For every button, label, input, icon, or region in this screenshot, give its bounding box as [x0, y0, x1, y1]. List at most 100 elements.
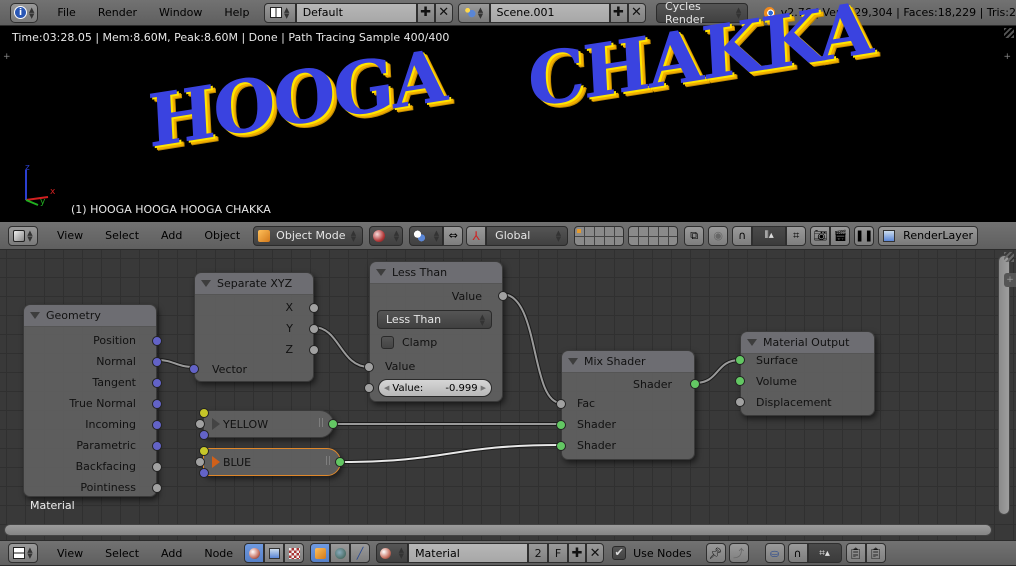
add-scene-button[interactable]: ✚ [609, 2, 628, 23]
socket-input-value-2[interactable] [364, 383, 374, 393]
texture-nodes-button[interactable] [284, 543, 305, 563]
layers-grid-2[interactable] [628, 225, 679, 246]
linestyle-shader-button[interactable]: ╱ [350, 543, 371, 563]
value-number-field[interactable]: ◀ Value: -0.999 ▶ [378, 379, 492, 397]
menu-view[interactable]: View [46, 229, 94, 242]
lock-camera-layers-button[interactable]: ⧉ [684, 225, 705, 246]
transform-orientation-dropdown[interactable]: Global ▲ ▼ [486, 225, 569, 246]
socket-tangent[interactable] [152, 378, 162, 388]
socket-pointiness[interactable] [152, 483, 162, 493]
geometry-node-header[interactable]: Geometry [24, 305, 156, 327]
material-output-header[interactable]: Material Output [741, 332, 874, 354]
material-browse-dropdown[interactable]: ▲ ▼ [376, 543, 409, 563]
socket-shader-2[interactable] [556, 441, 566, 451]
manipulate-centers-button[interactable]: ⇔ [443, 225, 464, 246]
socket-true-normal[interactable] [152, 399, 162, 409]
editor-type-info-button[interactable]: i ▲ ▼ [10, 2, 39, 23]
render-layer-selector[interactable]: RenderLayer [878, 225, 979, 246]
mix-shader-node[interactable]: Mix Shader Shader Fac Shader Shader [556, 350, 700, 460]
socket-displacement[interactable] [735, 397, 745, 407]
vertical-scrollbar[interactable] [998, 255, 1010, 515]
menu-add[interactable]: Add [150, 547, 193, 560]
add-screen-button[interactable]: ✚ [416, 2, 435, 23]
snap-toggle-button[interactable]: ∩ [732, 225, 753, 246]
fake-user-button[interactable]: F [548, 543, 569, 563]
socket-position[interactable] [152, 336, 162, 346]
material-name-field[interactable]: Material [408, 543, 529, 563]
socket-surface[interactable] [735, 355, 745, 365]
socket-y[interactable] [309, 324, 319, 334]
blue-socket-shader-out[interactable] [335, 457, 345, 467]
socket-fac[interactable] [556, 399, 566, 409]
mode-dropdown[interactable]: Object Mode ▲ ▼ [253, 225, 364, 246]
socket-volume[interactable] [735, 376, 745, 386]
new-material-button[interactable]: ✚ [568, 543, 587, 563]
area-split-handle[interactable] [1004, 28, 1014, 38]
manipulator-toggle-button[interactable]: ⅄ [466, 225, 487, 246]
menu-add[interactable]: Add [150, 229, 193, 242]
menu-select[interactable]: Select [94, 547, 150, 560]
pin-button[interactable]: 📌︎ [705, 543, 726, 563]
object-shader-button[interactable] [310, 543, 331, 563]
separate-xyz-node[interactable]: Separate XYZ X Y Z Vector [189, 272, 319, 382]
paste-nodes-button[interactable]: 📋︎ [865, 543, 886, 563]
proportional-edit-button[interactable]: ◉ [708, 225, 729, 246]
menu-file[interactable]: File [46, 6, 86, 19]
area-split-handle[interactable] [1004, 252, 1014, 262]
3d-viewport-render[interactable]: Time:03:28.05 | Mem:8.60M, Peak:8.60M | … [0, 0, 1016, 222]
yellow-socket-vector[interactable] [199, 430, 209, 440]
viewport-shading-dropdown[interactable]: ▲ ▼ [369, 225, 404, 246]
region-toggle-right[interactable]: + [1003, 52, 1011, 62]
blue-socket-fac[interactable] [195, 457, 205, 467]
socket-input-value-1[interactable] [364, 362, 374, 372]
decrement-arrow-icon[interactable]: ◀ [384, 384, 389, 392]
blue-node[interactable]: BLUE || [203, 448, 341, 476]
menu-view[interactable]: View [46, 547, 94, 560]
node-snap-toggle-button[interactable]: ∩ [787, 543, 808, 563]
pivot-point-dropdown[interactable]: ▲ ▼ [409, 225, 444, 246]
math-operation-dropdown[interactable]: Less Than ▲ ▼ [377, 310, 492, 329]
collapse-triangle-icon[interactable] [212, 456, 220, 468]
yellow-socket-shader-out[interactable] [328, 419, 338, 429]
blue-socket-color[interactable] [199, 446, 209, 456]
compositing-nodes-button[interactable] [264, 543, 285, 563]
geometry-node[interactable]: Geometry Position Normal Tangent True No… [23, 304, 162, 497]
menu-help[interactable]: Help [213, 6, 260, 19]
blue-socket-vector[interactable] [199, 468, 209, 478]
opengl-render-image-button[interactable]: 📷︎ [810, 225, 831, 246]
socket-x[interactable] [309, 303, 319, 313]
socket-parametric[interactable] [152, 441, 162, 451]
screen-layout-dropdown[interactable]: ▲ ▼ [263, 2, 296, 23]
socket-incoming[interactable] [152, 420, 162, 430]
yellow-socket-fac[interactable] [195, 419, 205, 429]
snap-target-button[interactable]: ⌗ [786, 225, 807, 246]
menu-render[interactable]: Render [87, 6, 148, 19]
separate-xyz-header[interactable]: Separate XYZ [195, 273, 313, 295]
collapse-triangle-icon[interactable] [212, 418, 220, 430]
socket-z[interactable] [309, 345, 319, 355]
pause-render-button[interactable]: ❚❚ [854, 225, 875, 246]
menu-node[interactable]: Node [193, 547, 244, 560]
node-snap-element-dropdown[interactable]: ⌗▴ [807, 543, 842, 563]
less-than-node[interactable]: Less Than Value Less Than ▲ ▼ Clamp Value… [364, 261, 508, 402]
region-toggle-left[interactable]: + [3, 52, 11, 62]
scene-name-field[interactable]: Scene.001 [489, 2, 610, 23]
unlink-material-button[interactable]: ✕ [586, 543, 605, 563]
increment-arrow-icon[interactable]: ▶ [481, 384, 486, 392]
menu-select[interactable]: Select [94, 229, 150, 242]
material-users-count[interactable]: 2 [528, 543, 549, 563]
snap-element-dropdown[interactable]: ⫴▴ [752, 225, 787, 246]
use-nodes-checkbox[interactable]: ✔ [612, 546, 627, 560]
editor-type-node-button[interactable]: ▲ ▼ [8, 543, 38, 563]
world-shader-button[interactable] [330, 543, 351, 563]
yellow-socket-color[interactable] [199, 408, 209, 418]
parent-tree-button[interactable]: ⤴ [728, 543, 749, 563]
editor-type-3dview-button[interactable]: ▲ ▼ [8, 225, 38, 246]
scene-dropdown[interactable]: ▲ ▼ [457, 2, 490, 23]
socket-normal[interactable] [152, 357, 162, 367]
copy-nodes-button[interactable]: 📋︎ [845, 543, 866, 563]
node-editor[interactable]: Geometry Position Normal Tangent True No… [0, 250, 1016, 540]
socket-shader-1[interactable] [556, 420, 566, 430]
material-output-node[interactable]: Material Output Surface Volume Displacem… [735, 331, 875, 416]
sidebar-toggle[interactable]: + [1004, 273, 1016, 287]
